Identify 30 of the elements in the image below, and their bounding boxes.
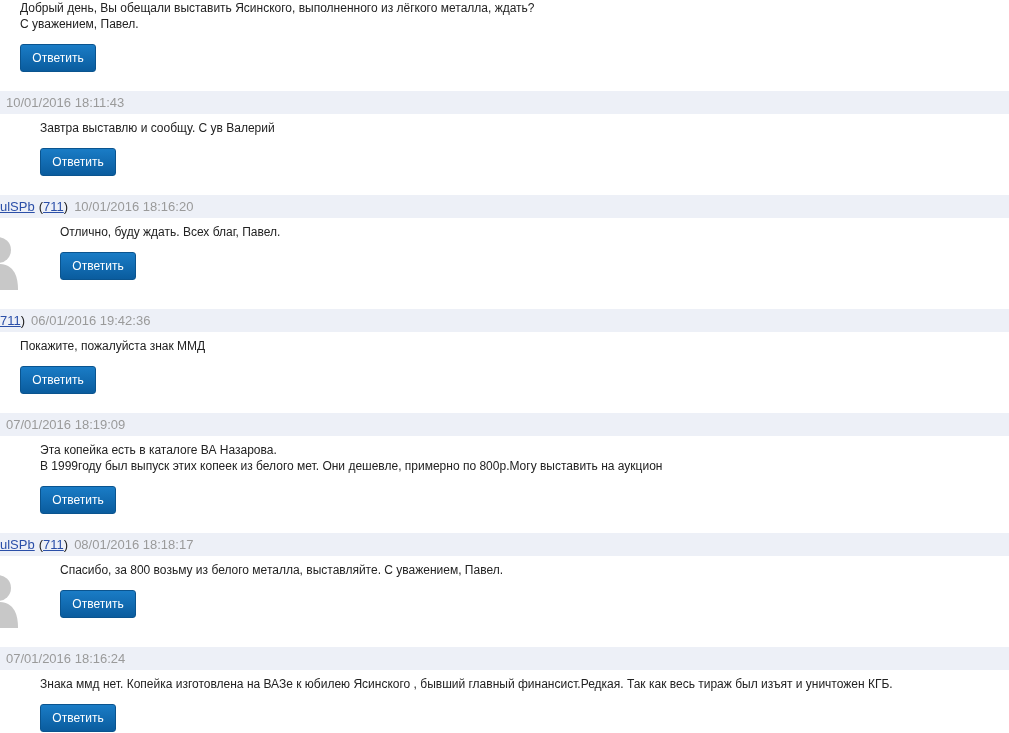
- punctuation: (: [38, 197, 44, 216]
- reply-button[interactable]: Ответить: [40, 704, 116, 732]
- reply-button[interactable]: Ответить: [40, 486, 116, 514]
- message-text: Спасибо, за 800 возьму из белого металла, выставляйте. С уважением, Павел.: [60, 562, 503, 578]
- punctuation: ): [63, 535, 69, 554]
- reply-button[interactable]: Ответить: [20, 366, 96, 394]
- user-link[interactable]: ulSPb: [0, 534, 35, 555]
- post-date: 08/01/2016 18:18:17: [74, 535, 194, 554]
- punctuation: ): [20, 311, 26, 330]
- message-text: Добрый день, Вы обещали выставить Ясинского, выполненного из лёгкого металла, ждать? С уважением, Павел.: [20, 0, 535, 32]
- post-date: 07/01/2016 18:16:24: [6, 649, 126, 668]
- post-date: 06/01/2016 19:42:36: [31, 311, 151, 330]
- message-text: Завтра выставлю и сообщу. С ув Валерий: [40, 120, 275, 136]
- message-text: Знака ммд нет. Копейка изготовлена на ВАЗе к юбилею Ясинского , бывший главный финансист.Редкая. Так как весь тираж был изъят и уничтожен КГБ.: [40, 676, 893, 692]
- post-date: 10/01/2016 18:16:20: [74, 197, 194, 216]
- user-link[interactable]: 711: [43, 534, 64, 555]
- reply-button[interactable]: Ответить: [60, 590, 136, 618]
- reply-button[interactable]: Ответить: [60, 252, 136, 280]
- post-date: 07/01/2016 18:19:09: [6, 415, 126, 434]
- user-link[interactable]: 711: [0, 310, 21, 331]
- user-link[interactable]: ulSPb: [0, 196, 35, 217]
- message-text: Отлично, буду ждать. Всех благ, Павел.: [60, 224, 281, 240]
- reply-button[interactable]: Ответить: [40, 148, 116, 176]
- punctuation: ): [63, 197, 69, 216]
- message-text: Покажите, пожалуйста знак ММД: [20, 338, 206, 354]
- message-text: Эта копейка есть в каталоге ВА Назарова. В 1999году был выпуск этих копеек из белого мет. Они дешевле, примерно по 800р.Могу выставить на аукцион: [40, 442, 663, 474]
- post-date: 10/01/2016 18:11:43: [6, 93, 125, 112]
- user-link[interactable]: 711: [43, 196, 64, 217]
- punctuation: (: [38, 535, 44, 554]
- reply-button[interactable]: Ответить: [20, 44, 96, 72]
